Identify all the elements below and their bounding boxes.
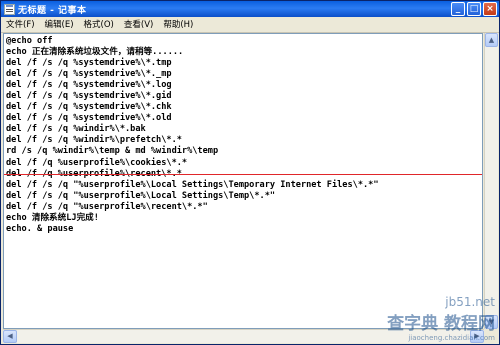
menu-view[interactable]: 查看(V) [119,18,158,32]
watermark-site: jb51.net [445,295,495,309]
maximize-button[interactable]: □ [467,2,481,16]
watermark-url: jiaocheng.chazidian.com [408,334,495,342]
menu-format[interactable]: 格式(O) [79,18,119,32]
notepad-window: 无标题 - 记事本 _ □ × 文件(F) 编辑(E) 格式(O) 查看(V) … [0,0,500,345]
window-controls: _ □ × [451,2,497,16]
text-editor-area[interactable]: @echo off echo 正在清除系统垃圾文件，请稍等...... del … [3,33,483,329]
title-bar[interactable]: 无标题 - 记事本 _ □ × [1,1,499,17]
scroll-up-icon[interactable]: ▲ [485,33,498,47]
menu-help[interactable]: 帮助(H) [158,18,198,32]
window-title: 无标题 - 记事本 [18,5,87,16]
editor-text[interactable]: @echo off echo 正在清除系统垃圾文件，请稍等...... del … [6,36,379,235]
vertical-scrollbar[interactable]: ▲ ▼ [484,33,498,329]
annotation-line [4,174,482,175]
menu-bar: 文件(F) 编辑(E) 格式(O) 查看(V) 帮助(H) [1,18,499,33]
menu-edit[interactable]: 编辑(E) [40,18,79,32]
notepad-icon[interactable] [4,3,15,15]
menu-file[interactable]: 文件(F) [1,18,40,32]
watermark-brand: 查字典 教程网 [387,314,495,334]
minimize-button[interactable]: _ [451,2,465,16]
close-button[interactable]: × [483,2,497,16]
watermark: jb51.net 查字典 教程网 jiaocheng.chazidian.com [387,295,495,342]
scroll-left-icon[interactable]: ◀ [3,330,17,343]
